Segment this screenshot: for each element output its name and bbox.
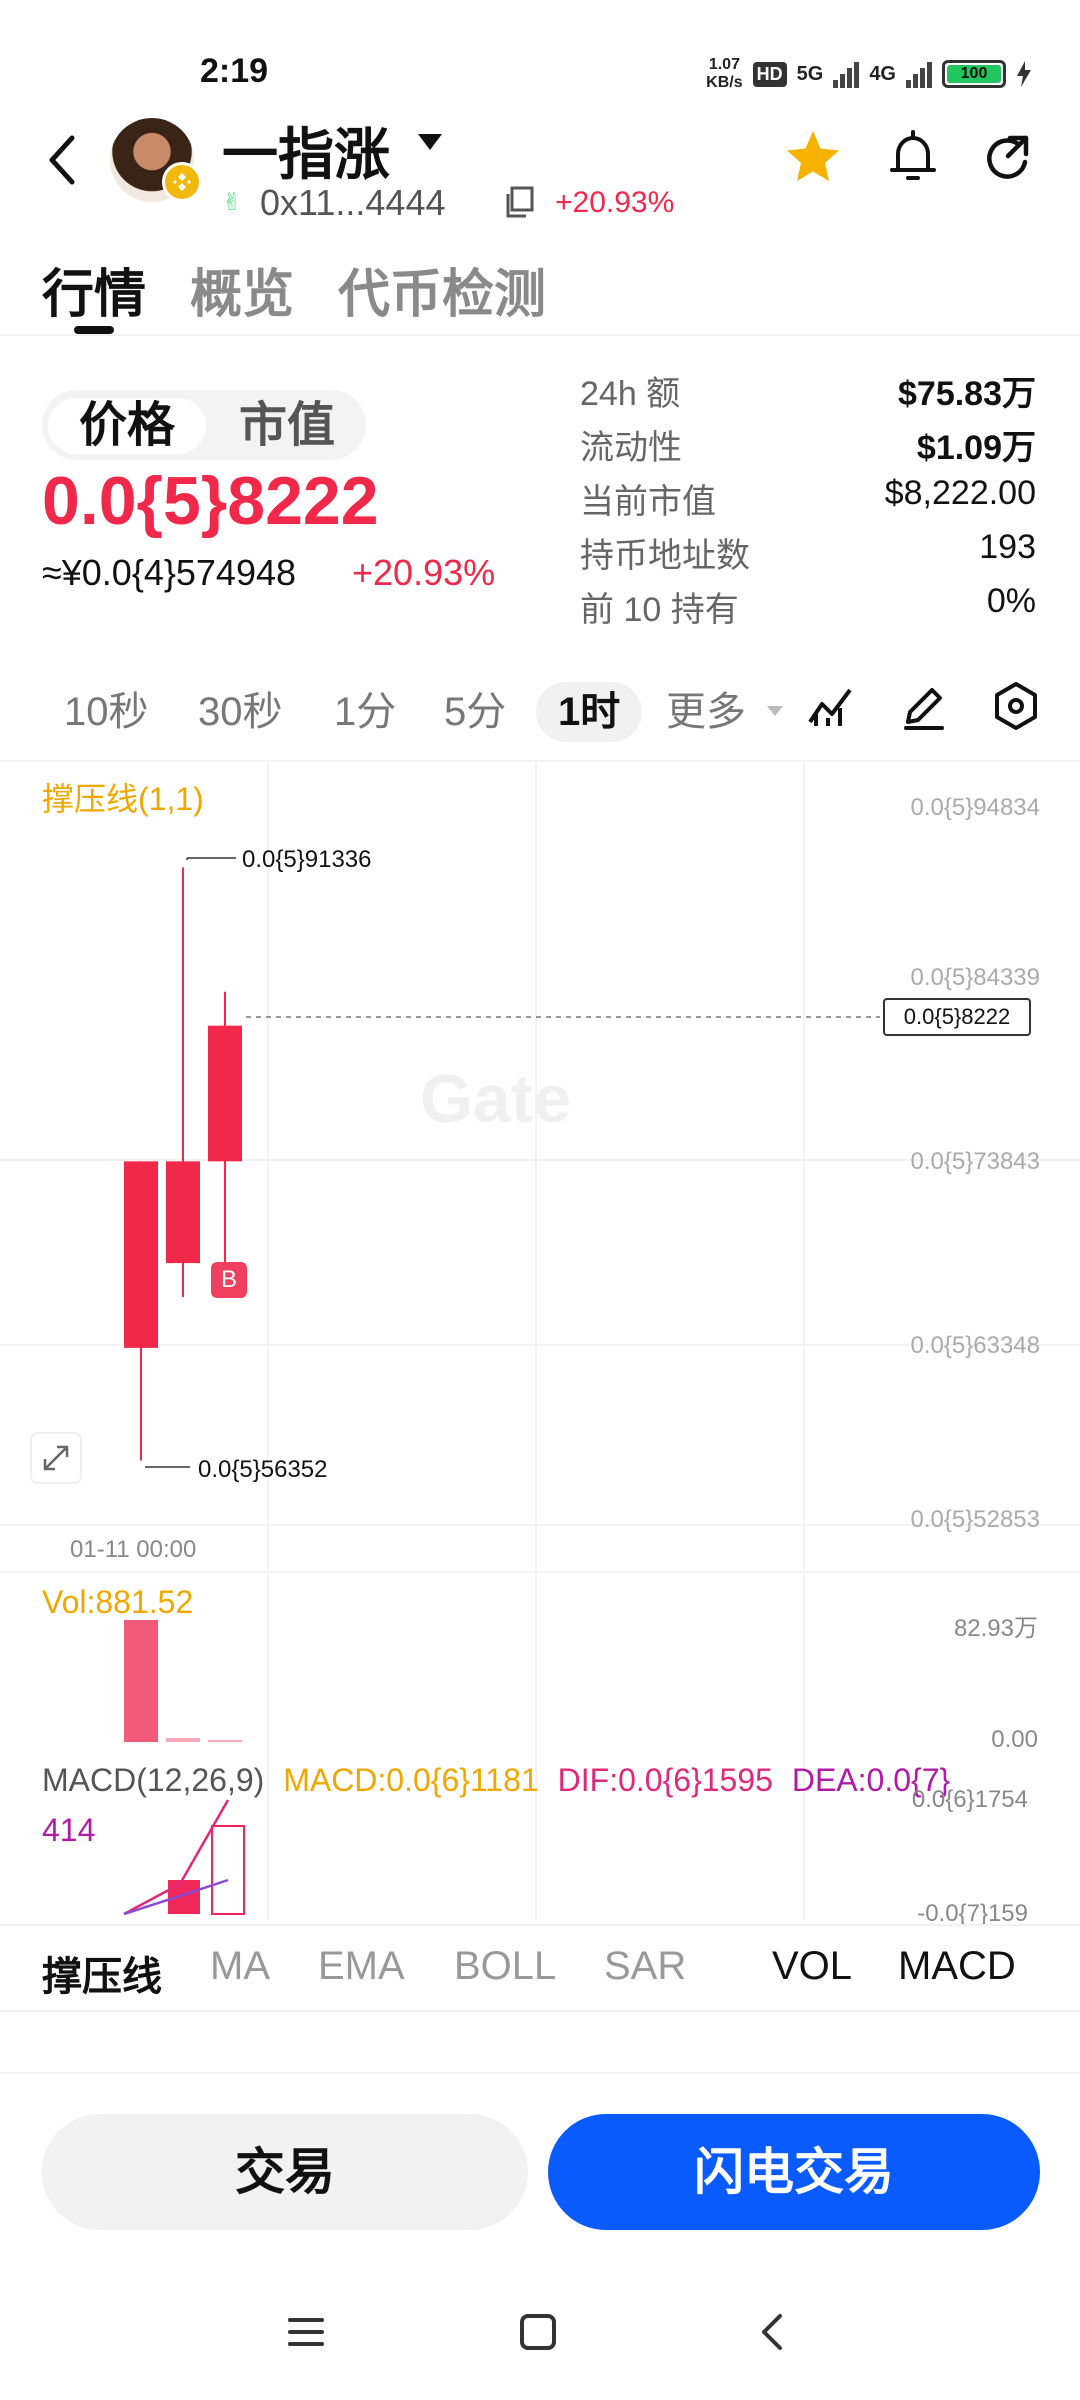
macd-histogram-bar: [168, 1880, 200, 1914]
menu-icon[interactable]: [284, 2310, 328, 2354]
tab-overview[interactable]: 概览: [190, 252, 294, 327]
home-icon[interactable]: [516, 2310, 560, 2354]
indicator-tab-ema[interactable]: EMA: [318, 1944, 405, 1989]
timeframe-10s[interactable]: 10秒: [64, 682, 149, 742]
token-name[interactable]: 一指涨: [222, 110, 390, 191]
high-price-label: 0.0{5}91336: [242, 846, 372, 873]
status-time: 2:19: [200, 52, 269, 90]
buy-marker: B: [211, 1262, 247, 1298]
dropdown-caret-icon[interactable]: [416, 132, 444, 152]
stat-value-volume: $75.83万: [898, 375, 1036, 413]
bell-icon[interactable]: [884, 128, 942, 186]
divider: [0, 334, 1080, 336]
divider: [0, 1924, 1080, 1926]
contract-address: 0x11...4444: [260, 182, 446, 218]
macd-name: MACD(12,26,9): [42, 1762, 265, 1798]
indicator-tab-macd[interactable]: MACD: [898, 1944, 1016, 1989]
divider: [0, 2010, 1080, 2012]
net-speed-unit: KB/s: [706, 74, 743, 91]
hand-icon: ✌: [222, 189, 243, 216]
volume-bar: [124, 1620, 158, 1742]
price-axis-label: 0.0{5}52853: [910, 1506, 1040, 1533]
divider: [0, 2072, 1080, 2074]
toggle-price[interactable]: 价格: [48, 398, 206, 454]
settings-hexagon-icon[interactable]: [990, 680, 1042, 732]
dif-value: DIF:0.0{6}1595: [557, 1762, 773, 1798]
price-axis-label: 0.0{5}84339: [910, 964, 1040, 991]
stat-label-market-cap: 当前市值: [580, 483, 716, 521]
volume-axis-bottom: 0.00: [991, 1726, 1038, 1753]
stat-value-market-cap: $8,222.00: [884, 474, 1036, 512]
x-axis-label: 01-11 00:00: [70, 1536, 197, 1563]
sim2-label: 4G: [869, 62, 896, 85]
back-nav-icon[interactable]: [752, 2310, 796, 2354]
volume-bar: [208, 1740, 242, 1742]
share-icon[interactable]: [980, 130, 1038, 188]
candle-body: [166, 1161, 200, 1264]
signal-icon: [833, 60, 860, 88]
stat-label-liquidity: 流动性: [580, 429, 682, 467]
indicator-title: 撑压线(1,1): [42, 781, 204, 817]
dropdown-caret-icon[interactable]: [766, 704, 784, 718]
indicator-tab-sar[interactable]: SAR: [604, 1944, 686, 1989]
timeframe-more[interactable]: 更多: [666, 682, 746, 742]
star-icon[interactable]: [784, 128, 842, 186]
timeframe-30s[interactable]: 30秒: [198, 682, 283, 742]
current-price-tag: 0.0{5}8222: [883, 998, 1031, 1036]
expand-icon: [43, 1445, 69, 1471]
indicator-tab-ma[interactable]: MA: [210, 1944, 270, 1989]
back-icon[interactable]: [40, 130, 84, 190]
battery-icon: 100: [942, 60, 1006, 88]
stat-label-top10: 前 10 持有: [580, 591, 739, 629]
hd-badge: HD: [752, 61, 787, 87]
indicator-tab-boll[interactable]: BOLL: [454, 1944, 556, 1989]
stat-value-top10: 0%: [986, 582, 1036, 620]
indicator-icon[interactable]: [806, 682, 854, 730]
cny-price: ≈¥0.0{4}574948: [42, 552, 297, 593]
expand-chart-button[interactable]: [30, 1432, 82, 1484]
candle-body: [124, 1161, 158, 1348]
price-change: +20.93%: [352, 552, 496, 593]
stat-label-holders: 持币地址数: [580, 537, 750, 575]
timeframe-5m[interactable]: 5分: [444, 682, 506, 742]
dea-value-cont: 414: [42, 1812, 96, 1848]
macd-axis-top: 0.0{6}1754: [911, 1786, 1028, 1813]
signal-icon: [906, 60, 932, 88]
tab-market[interactable]: 行情: [42, 252, 146, 327]
low-price-label: 0.0{5}56352: [198, 1456, 328, 1483]
status-indicators: 1.07 KB/s HD 5G 4G 100: [706, 56, 1032, 92]
stat-value-liquidity: $1.09万: [916, 429, 1036, 467]
candle-body: [208, 1025, 242, 1162]
charging-icon: [1017, 61, 1031, 87]
price-axis-label: 0.0{5}94834: [910, 794, 1040, 821]
price-axis-label: 0.0{5}63348: [910, 1332, 1040, 1359]
volume-bar: [166, 1738, 200, 1742]
price-axis-label: 0.0{5}73843: [910, 1148, 1040, 1175]
pencil-icon[interactable]: [898, 680, 950, 732]
net-speed: 1.07 KB/s: [706, 56, 742, 92]
sim1-label: 5G: [796, 62, 824, 85]
indicator-tab-support[interactable]: 撑压线: [42, 1944, 162, 2002]
stat-value-holders: 193: [979, 528, 1036, 566]
flash-trade-button[interactable]: 闪电交易: [548, 2114, 1040, 2230]
tab-underline: [74, 326, 114, 334]
macd-value: MACD:0.0{6}1181: [283, 1762, 539, 1798]
stat-label-volume: 24h 额: [580, 375, 681, 413]
net-speed-value: 1.07: [708, 56, 740, 73]
bnb-chain-icon: [162, 162, 202, 202]
indicator-tab-vol[interactable]: VOL: [772, 1944, 852, 1989]
toggle-market-cap[interactable]: 市值: [212, 398, 362, 454]
macd-legend: MACD(12,26,9) MACD:0.0{6}1181 DIF:0.0{6}…: [42, 1762, 960, 1799]
macd-histogram-bar: [211, 1825, 245, 1915]
current-price: 0.0{5}8222: [42, 463, 379, 539]
timeframe-1h[interactable]: 1时: [536, 682, 643, 742]
volume-label: Vol:881.52: [42, 1584, 194, 1620]
timeframe-1m[interactable]: 1分: [334, 682, 396, 742]
watermark-logo: Gate: [420, 1061, 572, 1137]
header-change: +20.93%: [555, 186, 675, 219]
tab-token-check[interactable]: 代币检测: [338, 252, 546, 327]
trade-button[interactable]: 交易: [42, 2114, 528, 2230]
volume-axis-top: 82.93万: [953, 1615, 1038, 1642]
copy-icon[interactable]: [502, 186, 536, 220]
